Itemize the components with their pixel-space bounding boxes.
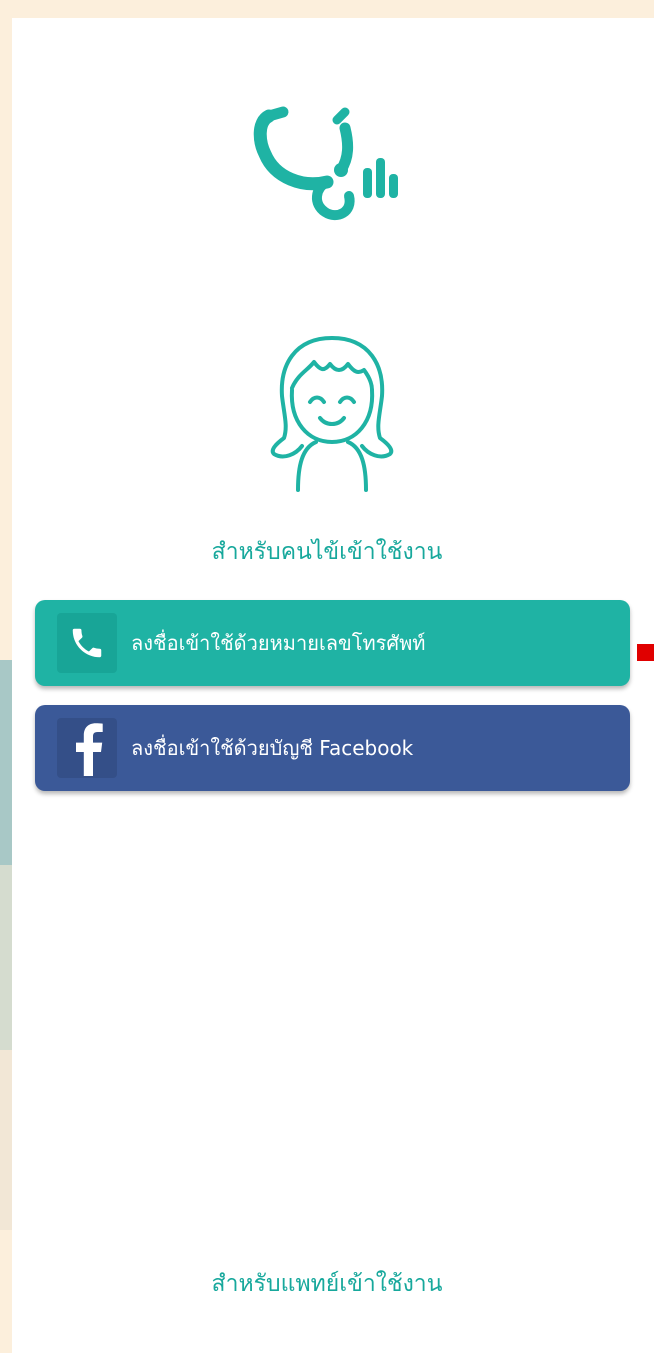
red-marker — [637, 644, 654, 661]
phone-login-button[interactable]: ลงชื่อเข้าใช้ด้วยหมายเลขโทรศัพท์ — [35, 600, 630, 686]
phone-icon — [57, 613, 117, 673]
doctor-login-link[interactable]: สำหรับแพทย์เข้าใช้งาน — [0, 1266, 654, 1302]
background-strip — [0, 865, 12, 1050]
facebook-login-label: ลงชื่อเข้าใช้ด้วยบัญชี Facebook — [131, 736, 414, 760]
background-frame-top — [0, 0, 654, 18]
patient-avatar-icon — [270, 336, 394, 492]
patient-login-title: สำหรับคนไข้เข้าใช้งาน — [211, 539, 443, 565]
background-strip — [0, 660, 12, 865]
facebook-icon — [57, 718, 117, 778]
stethoscope-icon — [253, 106, 398, 221]
background-strip — [0, 1050, 12, 1230]
phone-login-label: ลงชื่อเข้าใช้ด้วยหมายเลขโทรศัพท์ — [131, 631, 426, 655]
facebook-login-button[interactable]: ลงชื่อเข้าใช้ด้วยบัญชี Facebook — [35, 705, 630, 791]
